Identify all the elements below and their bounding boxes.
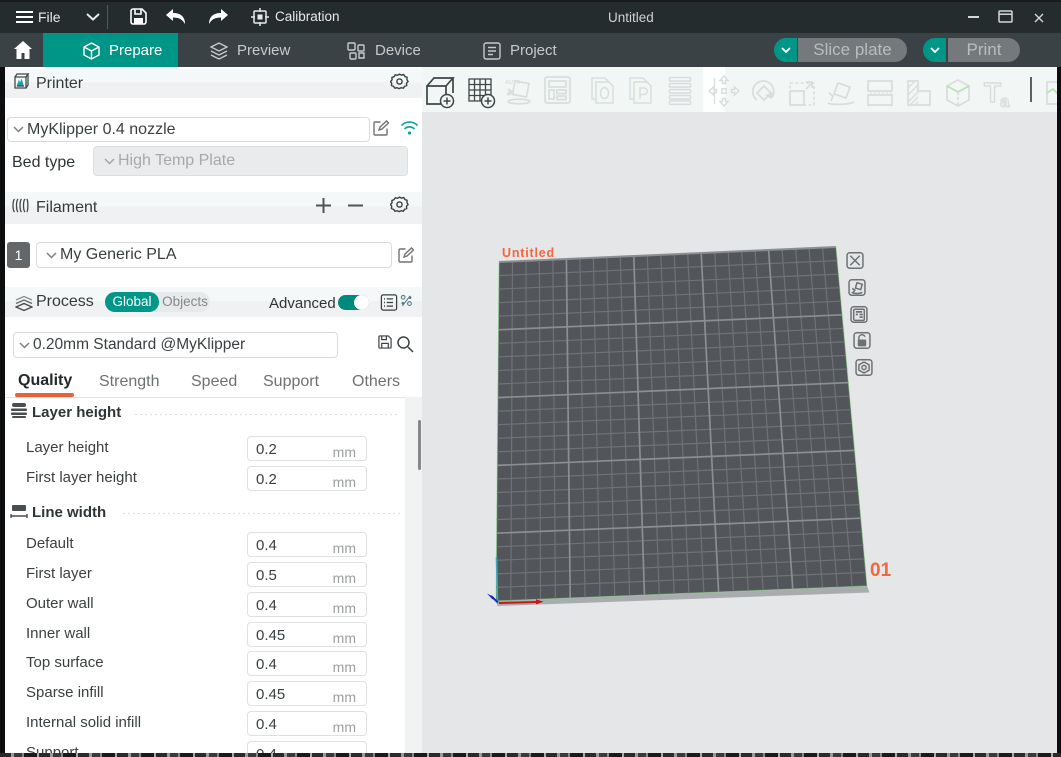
svg-text:AUTO: AUTO — [505, 80, 521, 86]
svg-text:a: a — [1000, 92, 1010, 110]
svg-text:T: T — [984, 77, 1001, 108]
